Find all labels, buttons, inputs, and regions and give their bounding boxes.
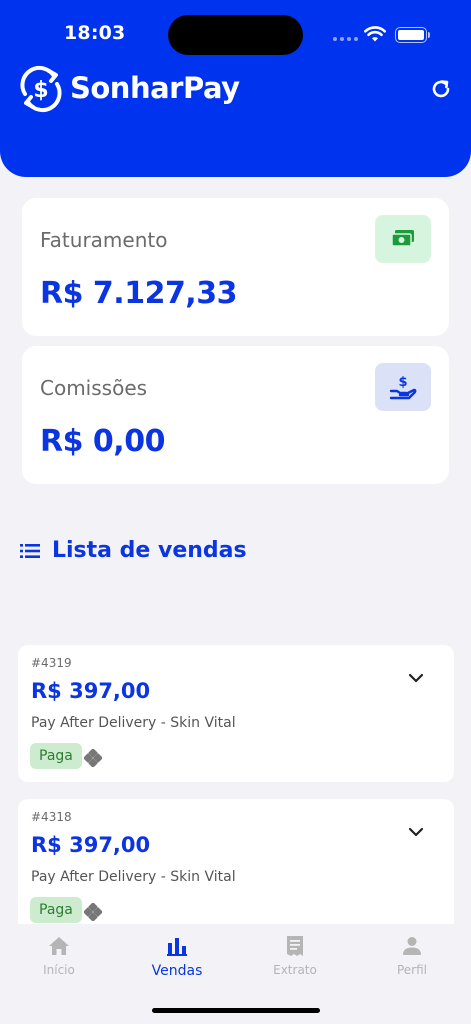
status-time: 18:03 xyxy=(64,22,126,44)
hand-dollar-icon: $ xyxy=(375,363,431,411)
brand-name: SonharPay xyxy=(70,71,240,105)
receipt-icon xyxy=(283,934,307,958)
sale-status-badge: Paga xyxy=(30,743,82,769)
sale-item[interactable]: #4318 R$ 397,00 Pay After Delivery - Ski… xyxy=(18,799,454,936)
sales-list-header: Lista de vendas xyxy=(20,538,247,563)
tab-label: Vendas xyxy=(151,963,203,979)
cellular-signal-icon xyxy=(333,37,358,41)
svg-text:$: $ xyxy=(398,375,407,390)
tab-vendas[interactable]: Vendas xyxy=(118,924,236,979)
sale-status-badge: Paga xyxy=(30,897,82,923)
tab-extrato[interactable]: Extrato xyxy=(236,924,354,977)
user-icon xyxy=(400,934,424,958)
chevron-down-icon[interactable] xyxy=(407,826,425,838)
pix-icon xyxy=(84,749,102,767)
tab-perfil[interactable]: Perfil xyxy=(353,924,471,977)
revenue-value: R$ 7.127,33 xyxy=(40,276,237,311)
pix-icon xyxy=(84,903,102,921)
sale-description: Pay After Delivery - Skin Vital xyxy=(31,715,236,731)
home-indicator xyxy=(152,1008,320,1013)
revenue-card: Faturamento R$ 7.127,33 xyxy=(22,198,449,336)
commission-value: R$ 0,00 xyxy=(40,424,165,459)
dollar-cycle-icon: $ xyxy=(20,65,62,113)
sale-item[interactable]: #4319 R$ 397,00 Pay After Delivery - Ski… xyxy=(18,645,454,782)
cash-icon xyxy=(375,215,431,263)
wifi-icon xyxy=(364,26,386,42)
tab-label: Início xyxy=(43,963,75,977)
sale-amount: R$ 397,00 xyxy=(31,679,151,703)
list-icon xyxy=(20,543,40,558)
revenue-label: Faturamento xyxy=(40,228,168,252)
sale-amount: R$ 397,00 xyxy=(31,833,151,857)
battery-icon xyxy=(395,27,427,43)
sales-list-title: Lista de vendas xyxy=(52,538,247,563)
sale-description: Pay After Delivery - Skin Vital xyxy=(31,869,236,885)
tab-label: Extrato xyxy=(273,963,317,977)
tab-inicio[interactable]: Início xyxy=(0,924,118,977)
tab-label: Perfil xyxy=(396,963,428,977)
sale-id: #4318 xyxy=(31,810,72,824)
bar-chart-icon xyxy=(165,934,189,958)
commission-card: Comissões R$ 0,00 $ xyxy=(22,346,449,484)
app-header: 18:03 $ SonharPay xyxy=(0,0,471,177)
dynamic-island xyxy=(168,15,303,55)
chevron-down-icon[interactable] xyxy=(407,672,425,684)
commission-label: Comissões xyxy=(40,376,148,400)
svg-text:$: $ xyxy=(33,78,48,103)
refresh-icon[interactable] xyxy=(428,76,454,102)
sale-id: #4319 xyxy=(31,656,72,670)
home-icon xyxy=(47,934,71,958)
